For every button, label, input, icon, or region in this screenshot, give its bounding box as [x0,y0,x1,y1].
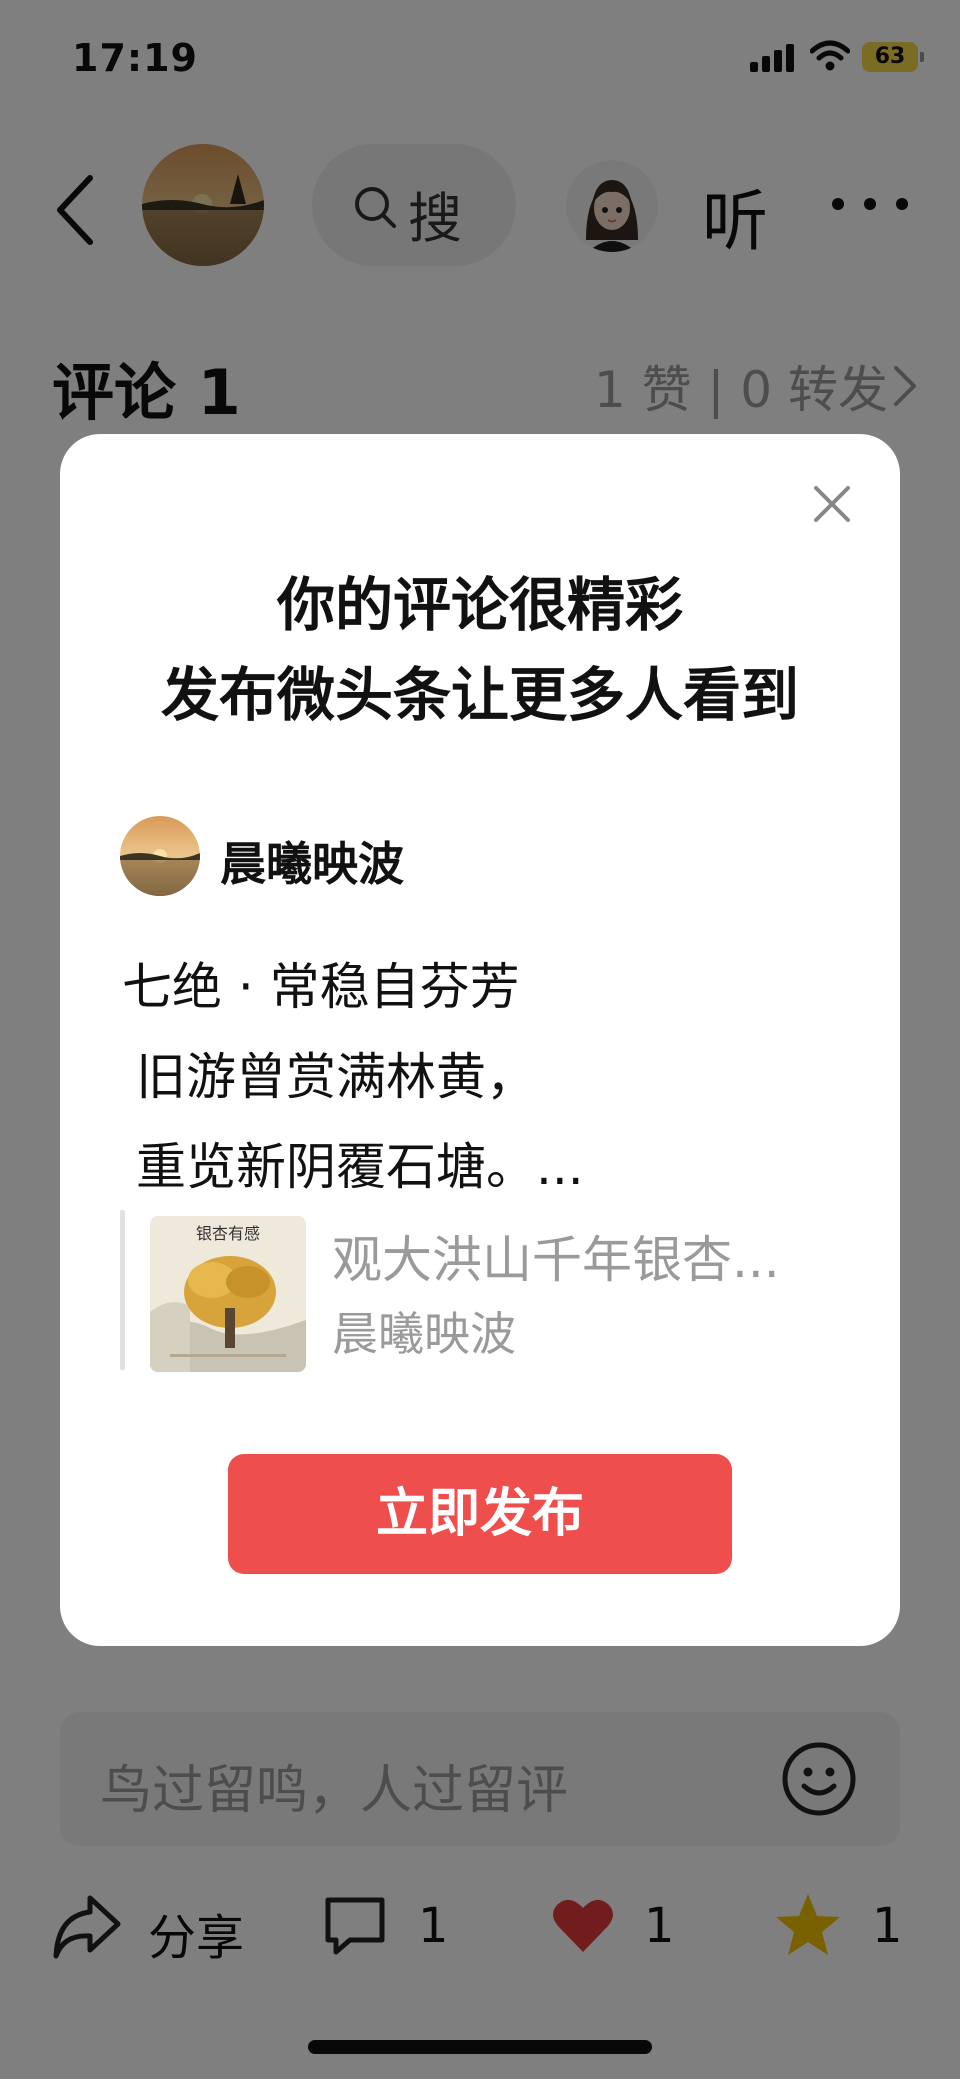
poem-line: 重览新阴覆石塘。... [136,1138,584,1196]
poem-line: 旧游曾赏满林黄， [136,1048,536,1106]
modal-title: 你的评论很精彩 发布微头条让更多人看到 [60,560,900,740]
close-icon[interactable] [810,482,854,526]
quoted-post-author: 晨曦映波 [332,1307,516,1361]
author-avatar-small [120,816,200,896]
quoted-post-title: 观大洪山千年银杏... [332,1231,780,1289]
comment-content: 七绝 · 常稳自芬芳 旧游曾赏满林黄， 重览新阴覆石塘。... [122,942,842,1212]
publish-prompt-modal: 你的评论很精彩 发布微头条让更多人看到 晨曦映波 七绝 · 常稳自芬芳 旧游曾赏… [60,434,900,1646]
quote-bar [120,1210,125,1370]
modal-title-line1: 你的评论很精彩 [276,571,683,639]
author-name: 晨曦映波 [220,837,404,891]
thumbnail-caption: 银杏有感 [195,1224,260,1243]
quoted-post[interactable]: 银杏有感 观大洪山千年银杏... 晨曦映波 [120,1210,860,1372]
publish-now-button[interactable]: 立即发布 [228,1454,732,1574]
quoted-post-thumbnail: 银杏有感 [150,1216,306,1372]
poem-title: 七绝 · 常稳自芬芳 [122,958,520,1016]
modal-title-line2: 发布微头条让更多人看到 [160,661,799,729]
